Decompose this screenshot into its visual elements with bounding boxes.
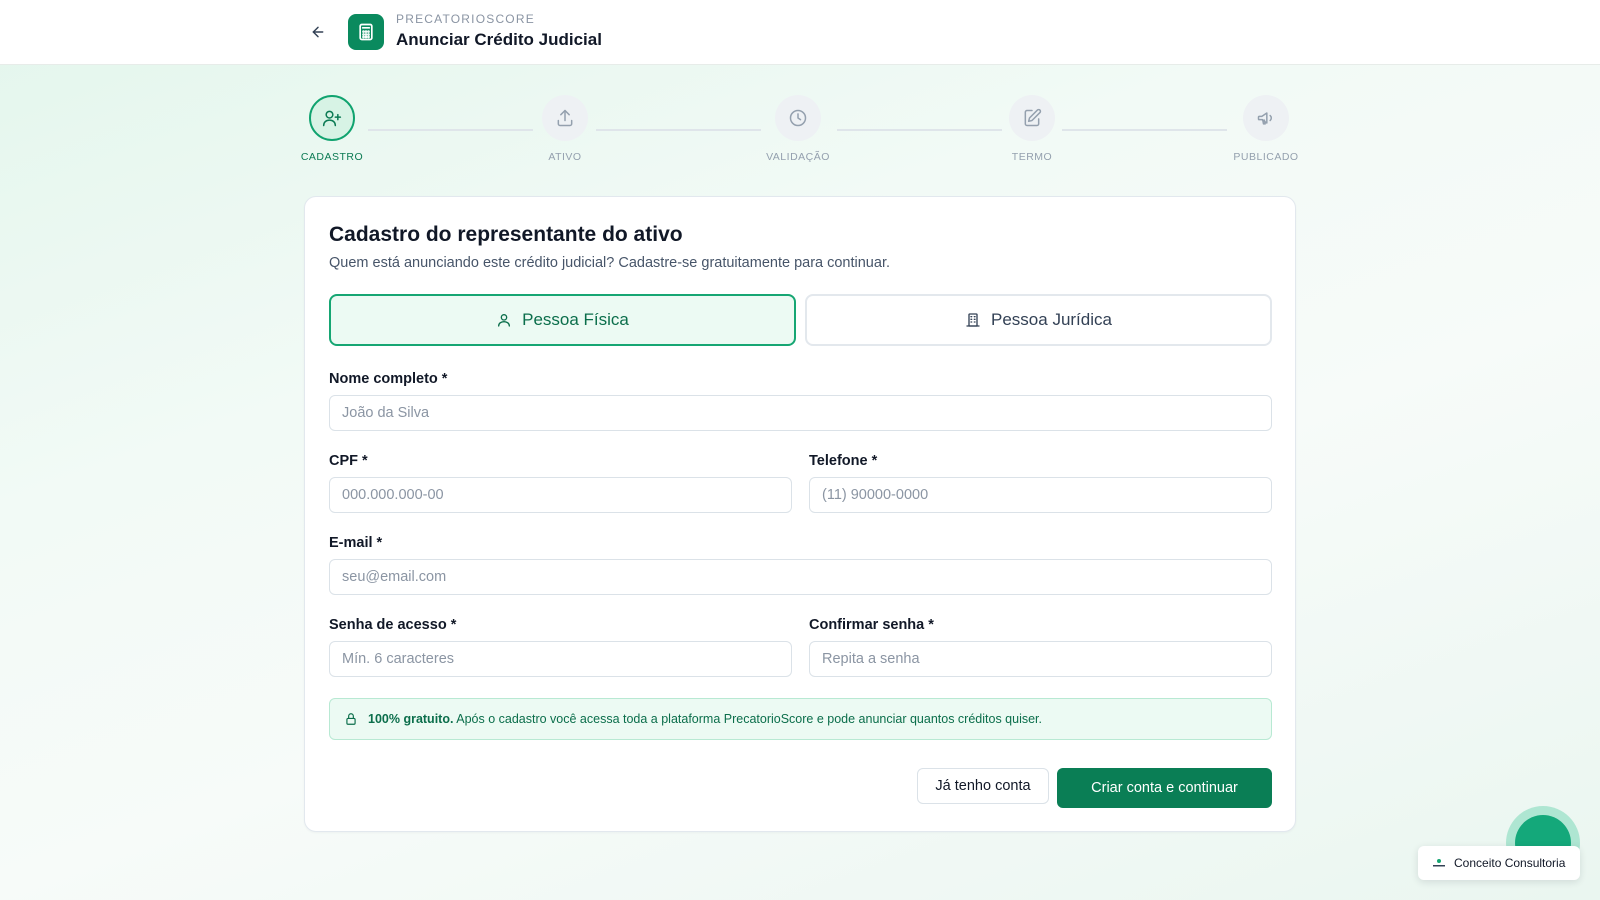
step-circle (542, 95, 588, 141)
user-plus-icon (322, 110, 342, 127)
step-termo[interactable]: TERMO (992, 95, 1072, 163)
confirmar-senha-input[interactable] (809, 641, 1272, 677)
step-label: CADASTRO (300, 151, 364, 163)
app-logo (348, 14, 384, 50)
email-label: E-mail * (329, 535, 383, 551)
step-circle (775, 95, 821, 141)
step-validacao[interactable]: VALIDAÇÃO (758, 95, 838, 163)
senha-label: Senha de acesso * (329, 617, 457, 633)
lock-icon (346, 713, 356, 725)
step-publicado[interactable]: PUBLICADO (1226, 95, 1306, 163)
create-account-button[interactable]: Criar conta e continuar (1057, 768, 1272, 808)
consult-badge-label: Conceito Consultoria (1454, 856, 1566, 870)
page-title: Anunciar Crédito Judicial (396, 30, 602, 49)
clock-icon (789, 109, 807, 127)
step-connector (837, 129, 1002, 131)
step-label: PUBLICADO (1233, 151, 1299, 163)
telefone-label: Telefone * (809, 453, 878, 469)
info-body: Após o cadastro você acessa toda a plata… (456, 712, 1043, 726)
nome-input[interactable] (329, 395, 1272, 431)
pessoa-fisica-label: Pessoa Física (522, 310, 629, 329)
step-label: TERMO (1011, 151, 1053, 163)
user-icon (498, 314, 511, 327)
pessoa-juridica-toggle[interactable]: Pessoa Jurídica (805, 294, 1272, 346)
info-bold: 100% gratuito. (368, 712, 454, 726)
step-circle (1009, 95, 1055, 141)
cpf-label: CPF * (329, 453, 368, 469)
step-label: ATIVO (548, 151, 582, 163)
step-ativo[interactable]: ATIVO (525, 95, 605, 163)
consult-badge[interactable]: Conceito Consultoria (1418, 846, 1580, 880)
calculator-icon (359, 23, 373, 41)
telefone-input[interactable] (809, 477, 1272, 513)
form-subtitle: Quem está anunciando este crédito judici… (329, 255, 890, 271)
pessoa-fisica-toggle[interactable]: Pessoa Física (329, 294, 796, 346)
senha-input[interactable] (329, 641, 792, 677)
nome-label: Nome completo * (329, 371, 448, 387)
login-button[interactable]: Já tenho conta (917, 768, 1049, 804)
form-title: Cadastro do representante do ativo (329, 223, 683, 246)
free-info-banner: 100% gratuito. Após o cadastro você aces… (329, 698, 1272, 740)
edit-document-icon (1024, 108, 1042, 127)
top-header: PRECATORIOSCORE Anunciar Crédito Judicia… (0, 0, 1600, 65)
progress-stepper: CADASTRO ATIVO VALIDAÇÃO TERMO PUBLICADO (300, 95, 1300, 175)
registration-card: Cadastro do representante do ativo Quem … (304, 196, 1296, 832)
step-connector (1062, 129, 1227, 131)
arrow-left-icon (312, 26, 324, 38)
upload-icon (557, 109, 573, 127)
info-text: 100% gratuito. Após o cadastro você aces… (368, 712, 1042, 726)
step-connector (368, 129, 533, 131)
confirmar-senha-label: Confirmar senha * (809, 617, 934, 633)
building-icon (966, 313, 980, 327)
step-connector (596, 129, 761, 131)
cpf-input[interactable] (329, 477, 792, 513)
consult-logo-icon (1433, 859, 1445, 867)
step-label: VALIDAÇÃO (766, 151, 830, 163)
megaphone-icon (1257, 112, 1273, 125)
step-circle (1243, 95, 1289, 141)
step-circle (309, 95, 355, 141)
pessoa-juridica-label: Pessoa Jurídica (991, 310, 1112, 329)
email-input[interactable] (329, 559, 1272, 595)
brand-name: PRECATORIOSCORE (396, 12, 535, 26)
step-cadastro[interactable]: CADASTRO (292, 95, 372, 163)
back-button[interactable] (306, 20, 330, 44)
